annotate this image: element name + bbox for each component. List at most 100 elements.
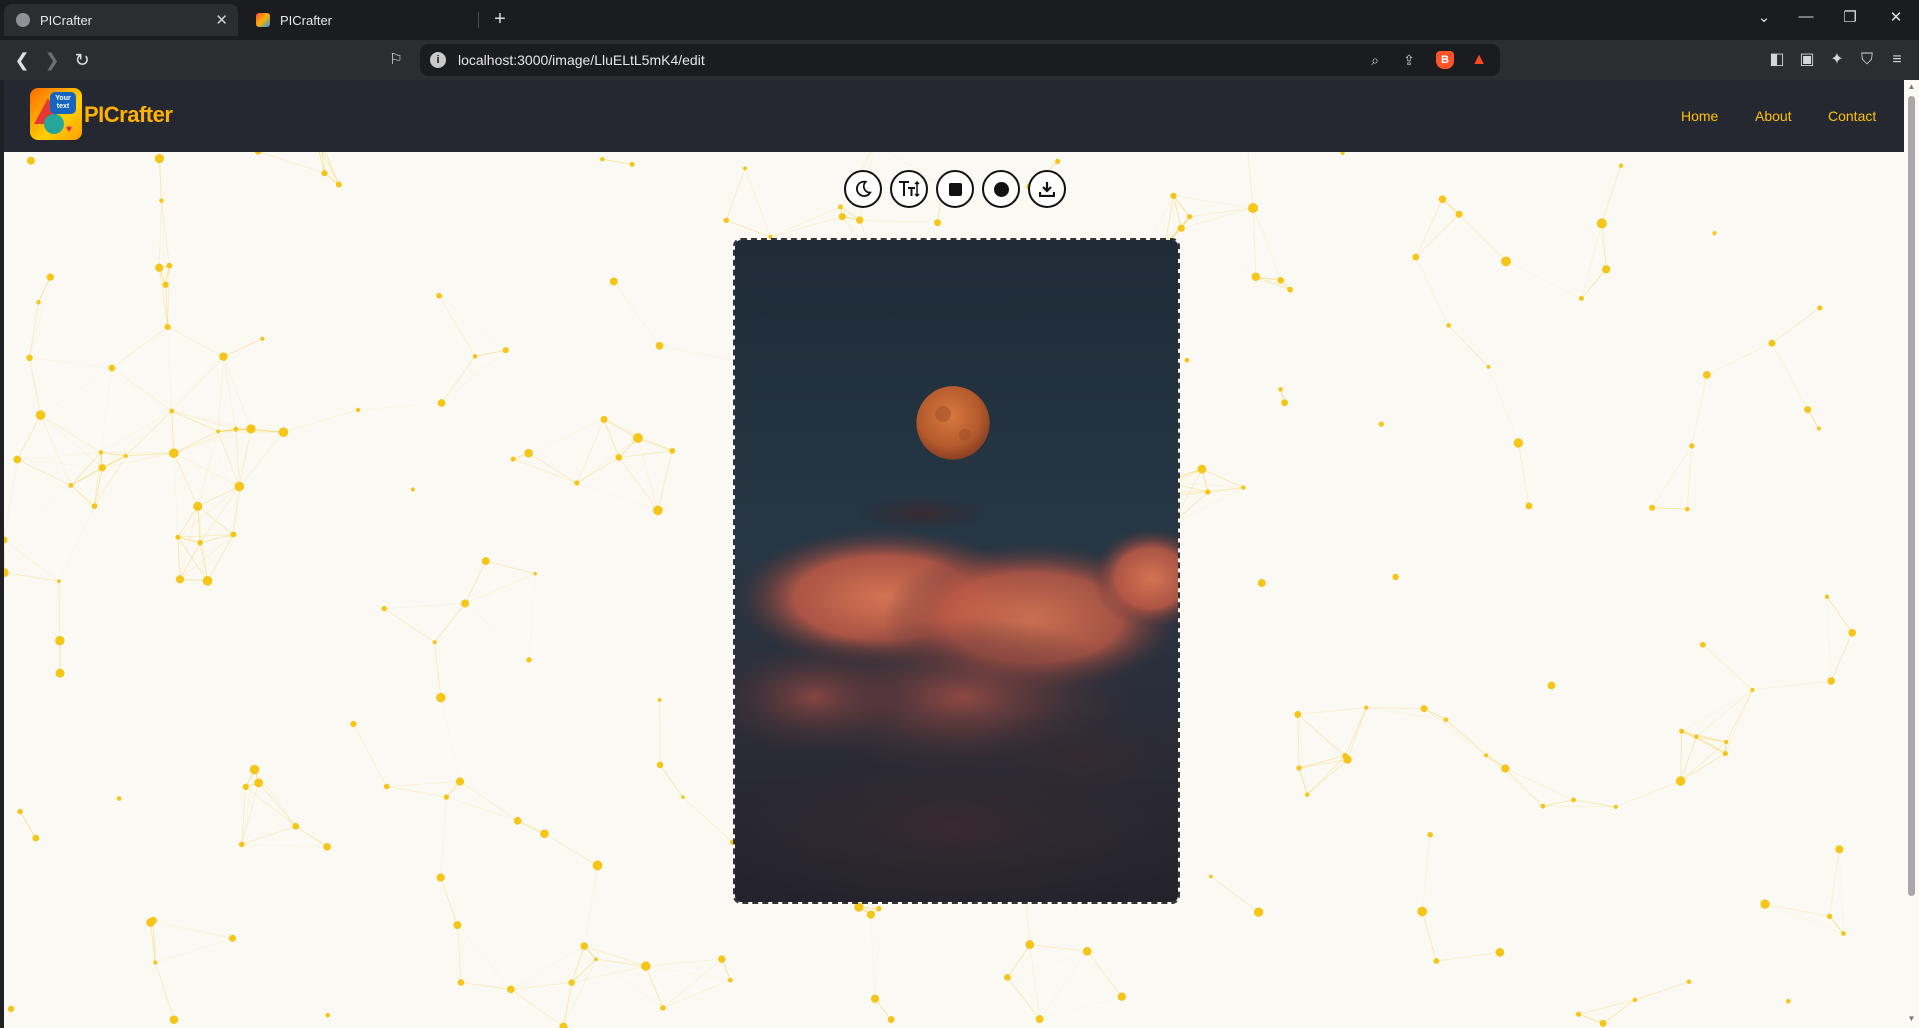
- network-node: [1835, 845, 1844, 854]
- network-node: [432, 640, 437, 645]
- network-node: [4, 568, 9, 578]
- close-tab-icon[interactable]: ✕: [215, 11, 228, 29]
- network-node: [1501, 256, 1511, 267]
- network-node: [1841, 930, 1846, 936]
- network-node: [46, 273, 54, 281]
- nav-link-contact[interactable]: Contact: [1828, 108, 1876, 124]
- network-node: [229, 934, 237, 942]
- browser-tab-inactive[interactable]: PICrafter: [244, 4, 478, 36]
- dark-mode-tool-button[interactable]: [844, 170, 882, 208]
- network-node: [1420, 705, 1428, 713]
- network-node: [524, 448, 533, 458]
- network-node: [633, 433, 643, 443]
- back-button[interactable]: ❮: [10, 48, 34, 72]
- network-node: [513, 816, 522, 825]
- network-node: [506, 985, 515, 994]
- network-node: [1817, 305, 1823, 311]
- sidebar-icon[interactable]: ◧: [1766, 49, 1788, 71]
- vpn-icon[interactable]: ⛉: [1856, 49, 1878, 71]
- page-scrollbar[interactable]: ▲ ▼: [1904, 80, 1919, 1028]
- picrafter-favicon-icon: [256, 13, 270, 27]
- network-node: [230, 531, 237, 538]
- zoom-icon[interactable]: ⌕: [1366, 51, 1384, 69]
- network-node: [1575, 1011, 1582, 1017]
- network-node: [1455, 210, 1463, 218]
- site-navbar: Your text ♥ PICrafter Home About Contact: [4, 80, 1904, 152]
- network-node: [355, 407, 361, 413]
- network-node: [155, 263, 164, 272]
- network-node: [1055, 158, 1061, 164]
- download-tool-button[interactable]: [1028, 170, 1066, 208]
- network-node: [381, 605, 387, 612]
- ai-assistant-icon[interactable]: ✦: [1826, 49, 1848, 71]
- network-node: [1205, 489, 1211, 495]
- network-node: [246, 424, 256, 434]
- tab-search-chevron-icon[interactable]: ⌄: [1752, 8, 1776, 26]
- hamburger-menu-icon[interactable]: ≡: [1886, 49, 1908, 71]
- network-node: [169, 1015, 179, 1024]
- network-node: [1082, 947, 1092, 956]
- network-node: [1277, 276, 1285, 284]
- network-node: [656, 761, 664, 769]
- network-node: [502, 347, 509, 354]
- network-node: [1760, 899, 1770, 909]
- network-node: [1187, 214, 1193, 220]
- brave-shield-icon[interactable]: B: [1436, 51, 1454, 69]
- circle-shape-tool-button[interactable]: [982, 170, 1020, 208]
- image-edit-canvas[interactable]: [733, 238, 1180, 904]
- scrollbar-thumb[interactable]: [1908, 96, 1915, 896]
- brand-name[interactable]: PICrafter: [84, 102, 173, 128]
- browser-tab-active[interactable]: PICrafter ✕: [4, 4, 238, 36]
- network-node: [146, 917, 156, 927]
- network-node: [1513, 438, 1524, 448]
- network-node: [1241, 485, 1246, 490]
- network-node: [162, 281, 169, 288]
- network-node: [1596, 218, 1607, 229]
- nav-link-home[interactable]: Home: [1681, 108, 1718, 124]
- address-bar[interactable]: i localhost:3000/image/LluELtL5mK4/edit …: [420, 44, 1500, 76]
- network-node: [1484, 753, 1489, 758]
- network-node: [410, 487, 415, 492]
- network-node: [238, 841, 245, 848]
- forward-button[interactable]: ❯: [40, 48, 64, 72]
- network-node: [1679, 728, 1685, 734]
- close-window-icon[interactable]: ✕: [1884, 8, 1908, 26]
- network-node: [197, 539, 203, 546]
- network-node: [1364, 705, 1369, 710]
- network-node: [166, 262, 173, 269]
- wallet-icon[interactable]: ▣: [1796, 49, 1818, 71]
- restore-icon[interactable]: ❐: [1838, 8, 1862, 26]
- site-info-icon[interactable]: i: [430, 52, 446, 68]
- network-node: [1281, 399, 1289, 407]
- network-node: [1618, 163, 1624, 168]
- bat-rewards-icon[interactable]: ▲: [1470, 51, 1488, 69]
- scroll-up-icon[interactable]: ▲: [1907, 82, 1916, 91]
- network-node: [594, 957, 598, 962]
- network-node: [1287, 286, 1294, 293]
- network-node: [1417, 906, 1428, 917]
- moon-clouds-photo: [735, 240, 1178, 902]
- network-node: [116, 796, 122, 801]
- network-node: [55, 635, 65, 646]
- network-node: [175, 534, 181, 540]
- network-node: [164, 323, 171, 331]
- network-node: [13, 455, 22, 464]
- network-node: [123, 453, 128, 458]
- network-node: [1525, 502, 1533, 510]
- network-node: [592, 860, 603, 871]
- share-icon[interactable]: ⇪: [1400, 51, 1418, 69]
- text-height-icon: [899, 180, 920, 198]
- network-node: [600, 156, 605, 162]
- nav-link-about[interactable]: About: [1755, 108, 1792, 124]
- url-text[interactable]: localhost:3000/image/LluELtL5mK4/edit: [458, 52, 705, 68]
- picrafter-logo-icon[interactable]: Your text ♥: [30, 88, 82, 140]
- bookmark-icon[interactable]: ⚐: [384, 48, 408, 72]
- text-size-tool-button[interactable]: [890, 170, 928, 208]
- scroll-down-icon[interactable]: ▼: [1907, 1014, 1916, 1023]
- minimize-icon[interactable]: —: [1794, 8, 1818, 25]
- reload-button[interactable]: ↻: [70, 48, 94, 72]
- new-tab-button[interactable]: +: [488, 8, 512, 32]
- network-node: [856, 216, 864, 224]
- square-shape-tool-button[interactable]: [936, 170, 974, 208]
- network-node: [1378, 421, 1384, 427]
